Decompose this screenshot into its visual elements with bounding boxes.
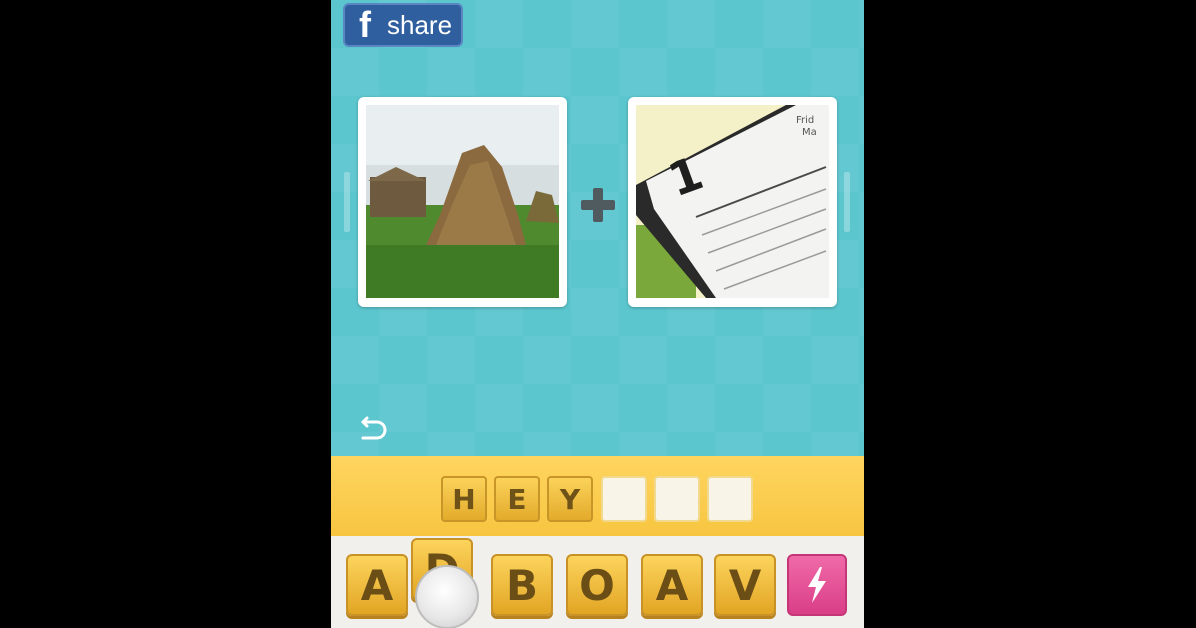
letter-tile-6[interactable]: V	[714, 554, 776, 616]
answer-bar: H E Y	[331, 456, 864, 536]
undo-icon[interactable]	[355, 414, 389, 448]
letter-tile-5[interactable]: A	[641, 554, 703, 616]
answer-slot-5[interactable]	[654, 476, 700, 522]
haystack-photo-icon	[366, 105, 559, 298]
answer-slot-2[interactable]: E	[494, 476, 540, 522]
answer-slot-1[interactable]: H	[441, 476, 487, 522]
photo-credit-right	[844, 172, 850, 232]
letter-tile-4[interactable]: O	[566, 554, 628, 616]
touch-indicator	[415, 565, 479, 628]
answer-slot-4[interactable]	[601, 476, 647, 522]
letter-tiles-bar: A D B O A V	[331, 536, 864, 628]
plus-icon	[581, 188, 615, 222]
clue-image-calendar: 1 Frid Ma	[628, 97, 837, 307]
game-screen: f share 1 Frid Ma H E Y A B O A V	[331, 0, 864, 628]
lightning-icon	[808, 567, 826, 603]
calendar-header-2: Ma	[802, 127, 817, 138]
answer-slot-3[interactable]: Y	[547, 476, 593, 522]
clue-image-haystack	[358, 97, 567, 307]
letter-tile-3[interactable]: B	[491, 554, 553, 616]
letter-tile-1[interactable]: A	[346, 554, 408, 616]
calendar-header-1: Frid	[796, 115, 814, 126]
share-label: share	[387, 10, 453, 40]
facebook-share-button[interactable]: f share	[343, 3, 463, 47]
answer-slot-6[interactable]	[707, 476, 753, 522]
facebook-icon: f	[359, 4, 371, 45]
puzzle-area: f share 1 Frid Ma	[331, 0, 864, 456]
photo-credit-left	[344, 172, 350, 232]
hint-power-button[interactable]	[787, 554, 847, 616]
calendar-page-photo-icon: 1 Frid Ma	[636, 105, 829, 298]
